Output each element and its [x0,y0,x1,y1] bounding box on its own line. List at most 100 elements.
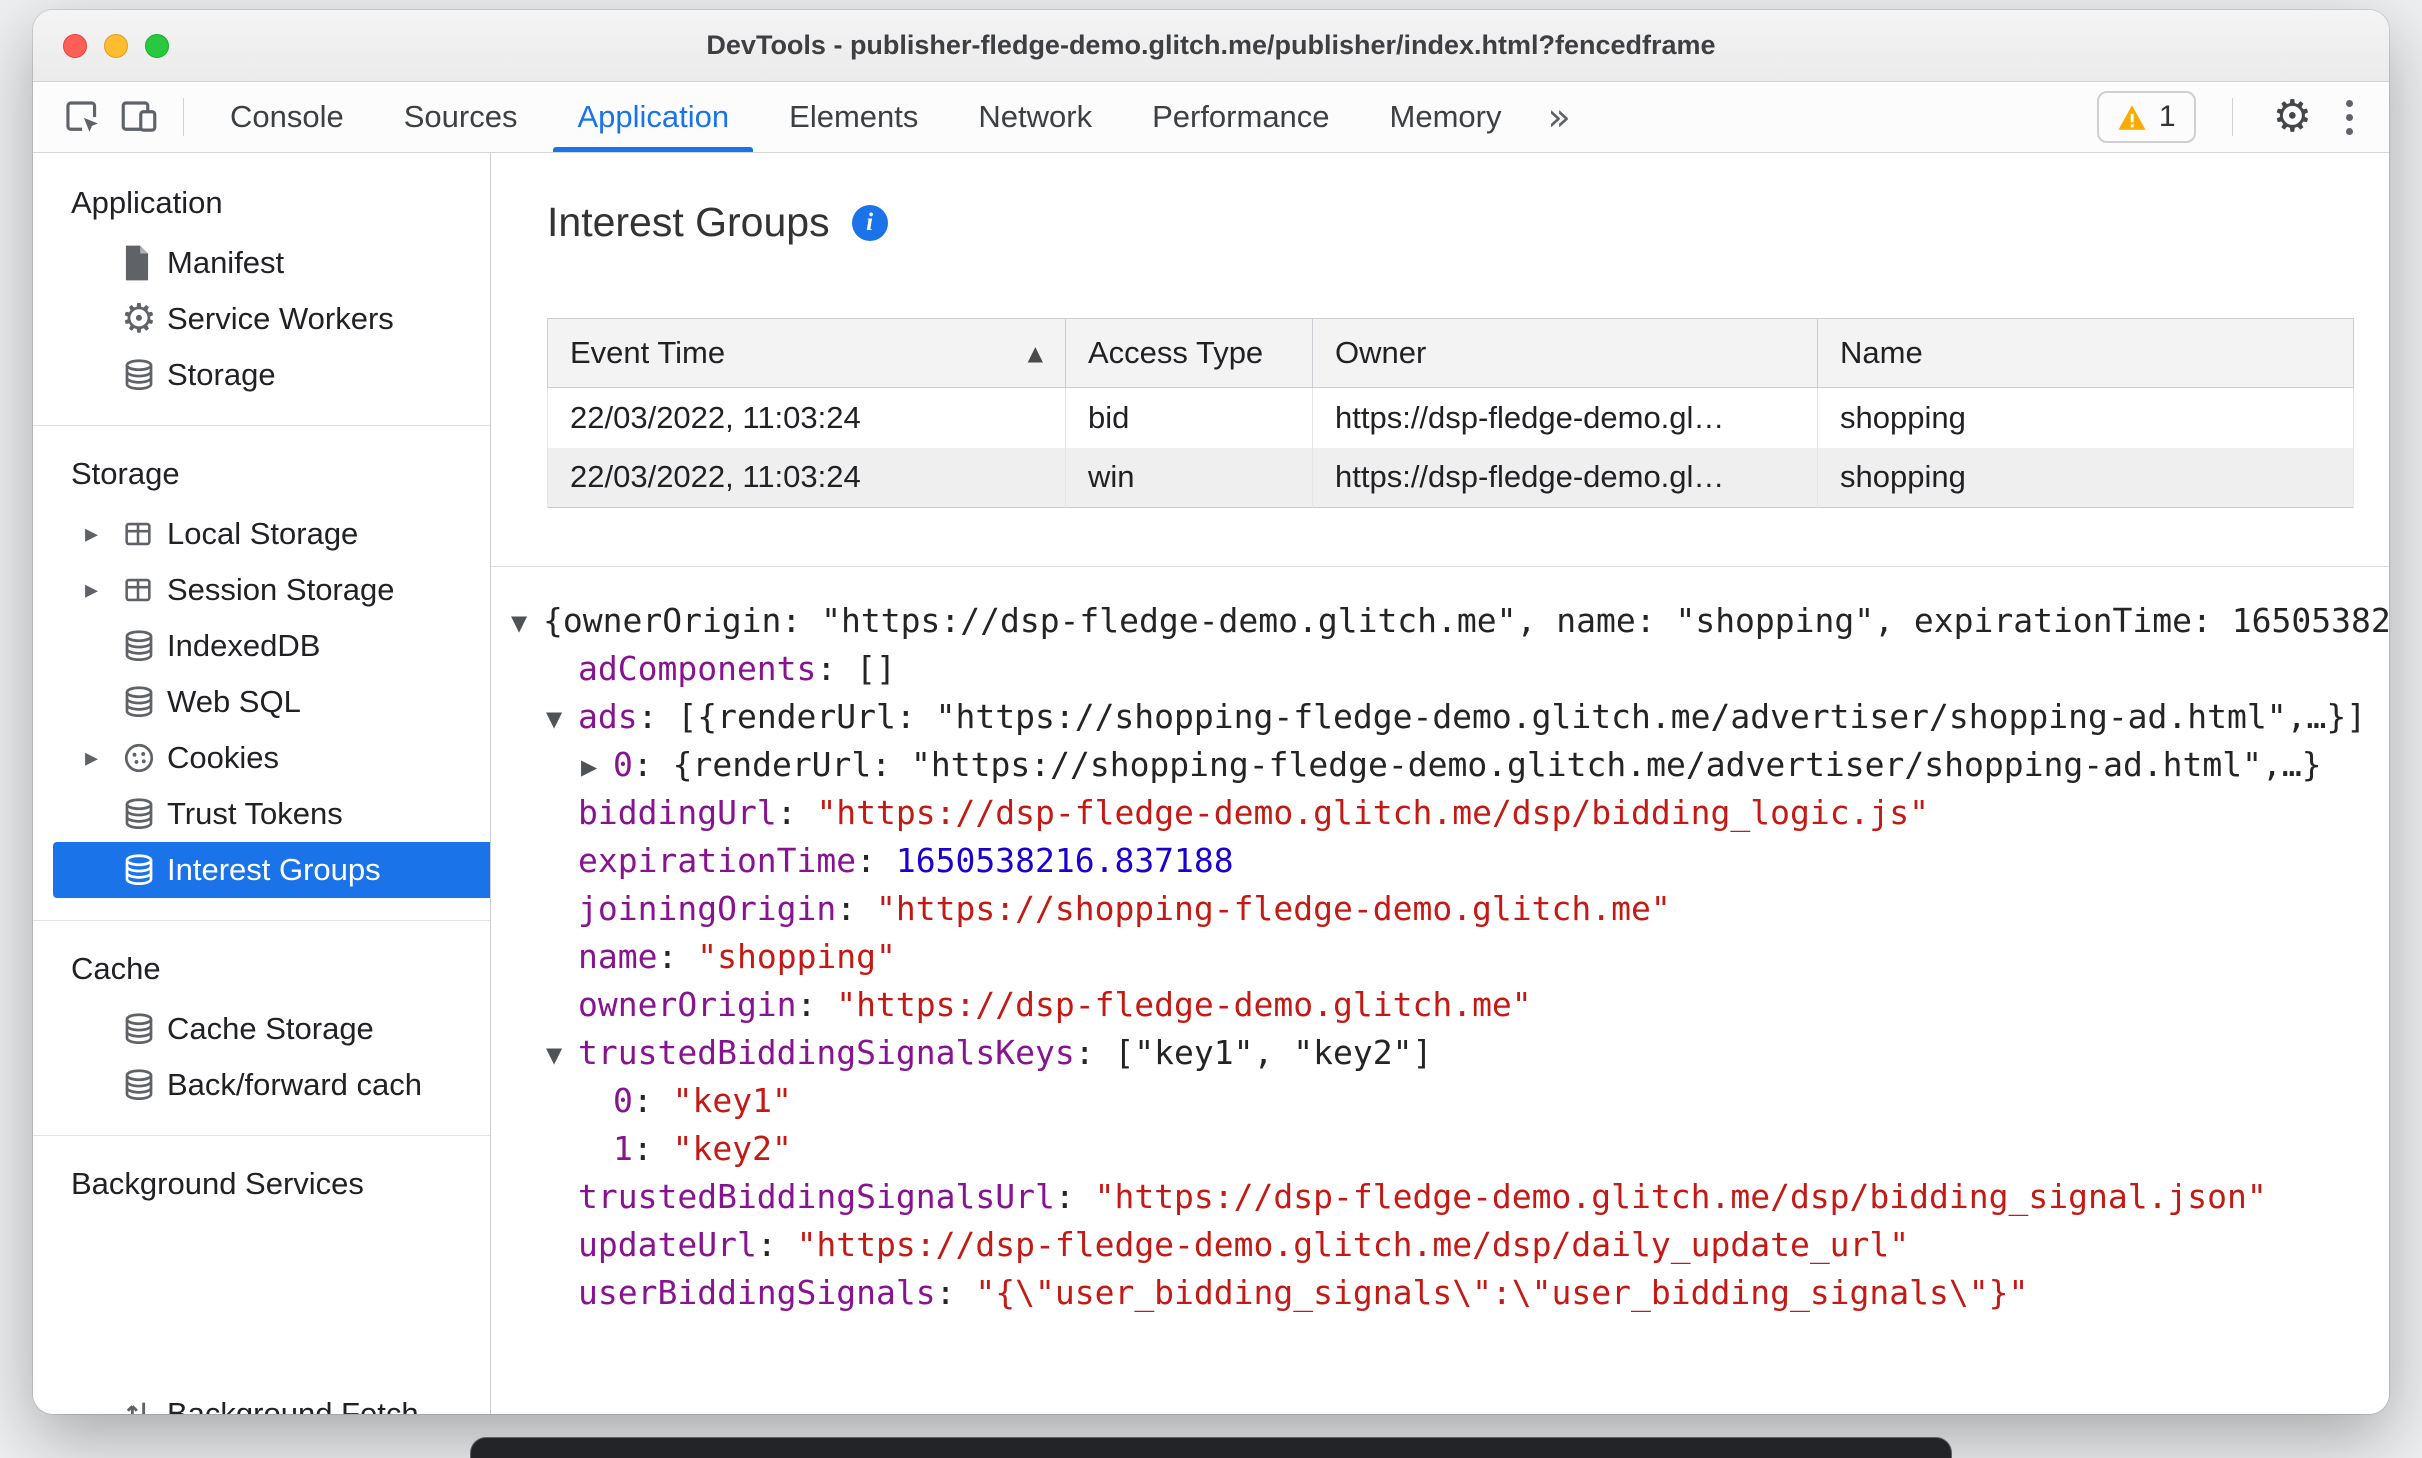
cell-name: shopping [1817,387,2354,448]
desktop: { "window": { "title": "DevTools - publi… [0,0,2422,1458]
preview-text: : [856,841,896,880]
tree-line[interactable]: biddingUrl: "https://dsp-fledge-demo.gli… [511,789,2389,837]
collapse-arrow-icon[interactable]: ▼ [546,1031,578,1079]
preview-text: : [632,1129,673,1168]
up-down-arrows-icon [121,1397,167,1414]
issues-badge[interactable]: 1 [2096,91,2196,143]
sidebar-section-application: Application Manifest ⚙ Service Workers Stora… [33,163,490,421]
sidebar-item-label: IndexedDB [167,628,321,663]
tree-line[interactable]: joiningOrigin: "https://shopping-fledge-… [511,885,2389,933]
cell-access-type: bid [1065,387,1313,448]
string-value: "https://dsp-fledge-demo.glitch.me/dsp/d… [796,1225,1910,1264]
expand-arrow-icon[interactable]: ▶ [581,743,613,791]
tree-line[interactable]: ▼ trustedBiddingSignalsKeys: ["key1", "ke… [511,1029,2389,1077]
preview-text: : [796,985,837,1024]
window-title: DevTools - publisher-fledge-demo.glitch.… [706,30,1716,60]
column-header-name[interactable]: Name [1817,318,2354,388]
gear-icon: ⚙ [121,296,157,342]
tree-line[interactable]: updateUrl: "https://dsp-fledge-demo.glit… [511,1221,2389,1269]
tab-console[interactable]: Console [200,82,374,152]
preview-text: : [{renderUrl: "https://shopping-fledge-… [637,697,2367,736]
expand-arrow-icon[interactable]: ▸ [85,575,121,605]
tree-line[interactable]: name: "shopping" [511,933,2389,981]
column-header-owner[interactable]: Owner [1312,318,1818,388]
tree-line[interactable]: ▶ 0: {renderUrl: "https://shopping-fledge… [511,741,2389,789]
tab-elements[interactable]: Elements [759,82,948,152]
tree-line[interactable]: ▼ {ownerOrigin: "https://dsp-fledge-demo.… [511,597,2389,645]
sidebar-item-back-forward-cach[interactable]: Back/forward cach [53,1057,490,1113]
tree-line[interactable]: expirationTime: 1650538216.837188 [511,837,2389,885]
tab-application[interactable]: Application [547,82,759,152]
macos-dock[interactable] [470,1437,1952,1458]
zoom-button[interactable] [145,33,169,58]
sidebar-item-background-fetch[interactable]: Background Fetch [53,1386,490,1414]
table-row[interactable]: 22/03/2022, 11:03:24 win https://dsp-fledg… [547,447,2354,508]
column-label: Event Time [570,335,726,370]
close-button[interactable] [63,33,87,58]
settings-gear-icon[interactable]: ⚙ [2269,95,2316,139]
database-icon [121,357,167,393]
minimize-button[interactable] [104,33,128,58]
preview-text: : [1054,1177,1095,1216]
sidebar-item-cache-storage[interactable]: Cache Storage [53,1001,490,1057]
sidebar-item-session-storage[interactable]: ▸ Session Storage [53,562,490,618]
more-options-icon[interactable] [2336,94,2363,141]
device-toolbar-icon[interactable] [111,89,167,145]
more-tabs-button[interactable]: » [1532,98,1587,136]
column-header-event-time[interactable]: Event Time ▲ [547,318,1066,388]
sidebar-item-cookies[interactable]: ▸ Cookies [53,730,490,786]
collapse-arrow-icon[interactable]: ▼ [511,599,543,647]
database-icon [121,1011,167,1047]
sidebar-item-label: Web SQL [167,684,301,719]
number-value: 1650538216.837188 [895,841,1234,880]
tree-line[interactable]: trustedBiddingSignalsUrl: "https://dsp-f… [511,1173,2389,1221]
property-name: trustedBiddingSignalsUrl [578,1177,1055,1216]
cell-event-time: 22/03/2022, 11:03:24 [547,447,1066,508]
toolbar-divider [2231,98,2233,136]
sidebar-item-web-sql[interactable]: Web SQL [53,674,490,730]
database-icon [121,628,167,664]
property-name: updateUrl [578,1225,757,1264]
tree-line[interactable]: ownerOrigin: "https://dsp-fledge-demo.gl… [511,981,2389,1029]
collapse-arrow-icon[interactable]: ▼ [546,695,578,743]
tree-line[interactable]: 0: "key1" [511,1077,2389,1125]
expand-arrow-icon[interactable]: ▸ [85,743,121,773]
sidebar-item-local-storage[interactable]: ▸ Local Storage [53,506,490,562]
tab-performance[interactable]: Performance [1122,82,1359,152]
sidebar-item-interest-groups[interactable]: Interest Groups [53,842,490,898]
sidebar-item-manifest[interactable]: Manifest [53,235,490,291]
property-name: biddingUrl [578,793,777,832]
tree-line[interactable]: adComponents: [] [511,645,2389,693]
inspect-element-icon[interactable] [55,89,111,145]
preview-text: : [632,1081,673,1120]
property-name: 1 [613,1129,633,1168]
table-row[interactable]: 22/03/2022, 11:03:24 bid https://dsp-fledg… [547,387,2354,448]
sidebar-item-label: Cookies [167,740,279,775]
tree-line[interactable]: 1: "key2" [511,1125,2389,1173]
database-icon [121,684,167,720]
sidebar-item-trust-tokens[interactable]: Trust Tokens [53,786,490,842]
table-header-row: Event Time ▲ Access Type Owner Name [547,318,2354,388]
tab-network[interactable]: Network [948,82,1122,152]
table-icon [121,517,167,551]
document-icon [121,244,167,282]
cell-event-time: 22/03/2022, 11:03:24 [547,387,1066,448]
page-title: Interest Groups [547,199,830,245]
sidebar-item-indexeddb[interactable]: IndexedDB [53,618,490,674]
tab-memory[interactable]: Memory [1360,82,1532,152]
cell-owner: https://dsp-fledge-demo.gl… [1312,387,1818,448]
property-name: 0 [613,1081,633,1120]
titlebar[interactable]: DevTools - publisher-fledge-demo.glitch.… [33,10,2389,82]
tree-line[interactable]: ▼ ads: [{renderUrl: "https://shopping-fle… [511,693,2389,741]
expand-arrow-icon[interactable]: ▸ [85,519,121,549]
tree-line[interactable]: userBiddingSignals: "{\"user_bidding_sig… [511,1269,2389,1317]
column-header-access-type[interactable]: Access Type [1065,318,1313,388]
tab-sources[interactable]: Sources [374,82,548,152]
sidebar-item-service-workers[interactable]: ⚙ Service Workers [53,291,490,347]
traffic-lights [63,10,169,81]
preview-text: {ownerOrigin: "https://dsp-fledge-demo.g… [543,601,2389,640]
info-icon[interactable]: i [851,204,888,241]
preview-text: : {renderUrl: "https://shopping-fledge-d… [632,745,2322,784]
property-name: userBiddingSignals [578,1273,936,1312]
sidebar-item-storage[interactable]: Storage [53,347,490,403]
